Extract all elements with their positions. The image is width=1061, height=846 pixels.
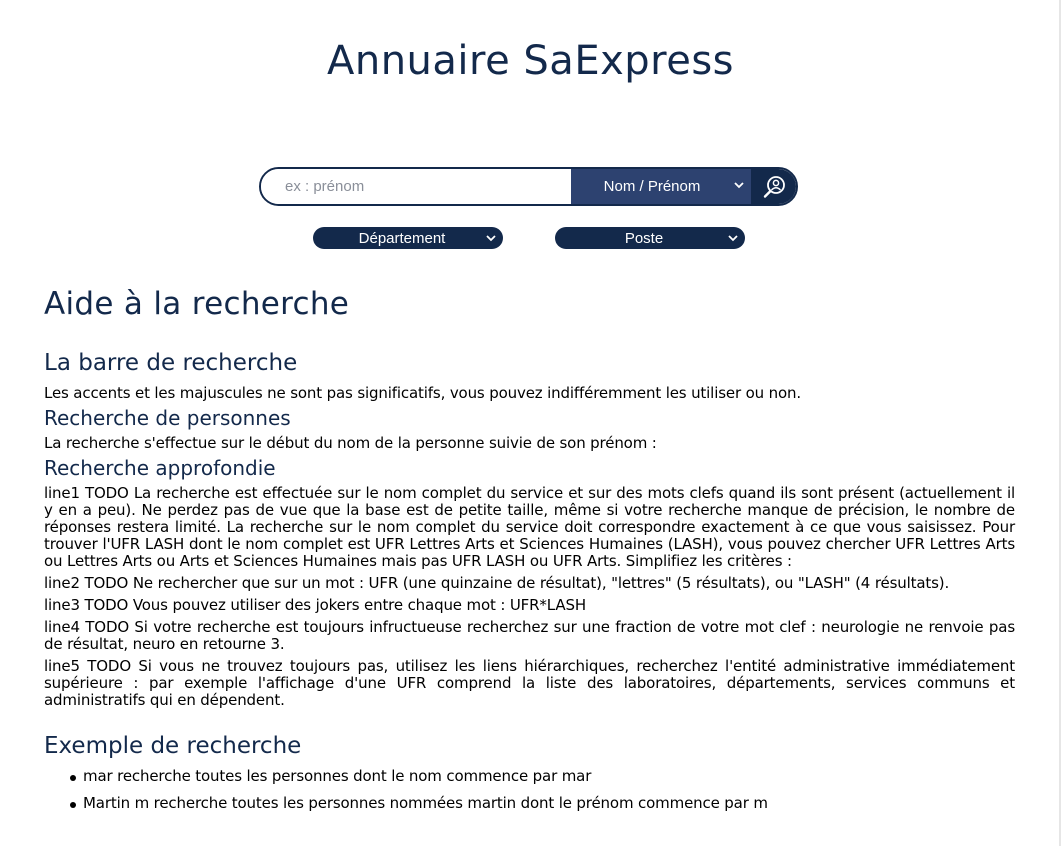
bar-title: La barre de recherche xyxy=(44,350,298,376)
examples-title: Exemple de recherche xyxy=(44,733,302,759)
bar-text: Les accents et les majuscules ne sont pa… xyxy=(44,384,801,402)
search-type-label: Nom / Prénom xyxy=(603,178,701,195)
advanced-line-2: line2 TODO Ne rechercher que sur un mot … xyxy=(44,574,950,592)
help-content: Aide à la recherche La barre de recherch… xyxy=(44,282,1015,822)
examples-list: mar recherche toutes les personnes dont … xyxy=(44,768,1015,812)
department-label: Département xyxy=(358,229,446,247)
page-title: Annuaire SaExpress xyxy=(326,38,735,84)
search-input[interactable] xyxy=(261,169,571,204)
chevron-down-icon xyxy=(734,182,744,189)
advanced-line-4: line4 TODO Si votre recherche est toujou… xyxy=(44,618,1015,653)
example-item: mar recherche toutes les personnes dont … xyxy=(70,768,1015,785)
search-bar: Nom / Prénom xyxy=(259,167,798,206)
persons-title: Recherche de personnes xyxy=(44,406,291,430)
example-item: Martin m recherche toutes les personnes … xyxy=(70,795,1015,812)
poste-label: Poste xyxy=(624,229,664,247)
help-title: Aide à la recherche xyxy=(44,286,350,322)
advanced-line-1: line1 TODO La recherche est effectuée su… xyxy=(44,484,1015,570)
poste-select[interactable]: Poste xyxy=(555,227,745,249)
persons-text: La recherche s'effectue sur le début du … xyxy=(44,434,657,452)
advanced-title: Recherche approfondie xyxy=(44,456,276,480)
search-type-select[interactable]: Nom / Prénom xyxy=(571,169,751,204)
search-user-icon xyxy=(763,175,785,198)
advanced-line-5: line5 TODO Si vous ne trouvez toujours p… xyxy=(44,657,1015,709)
advanced-line-3: line3 TODO Vous pouvez utiliser des joke… xyxy=(44,596,586,614)
search-button[interactable] xyxy=(751,169,796,204)
chevron-down-icon xyxy=(728,235,738,242)
department-select[interactable]: Département xyxy=(313,227,503,249)
chevron-down-icon xyxy=(486,235,496,242)
